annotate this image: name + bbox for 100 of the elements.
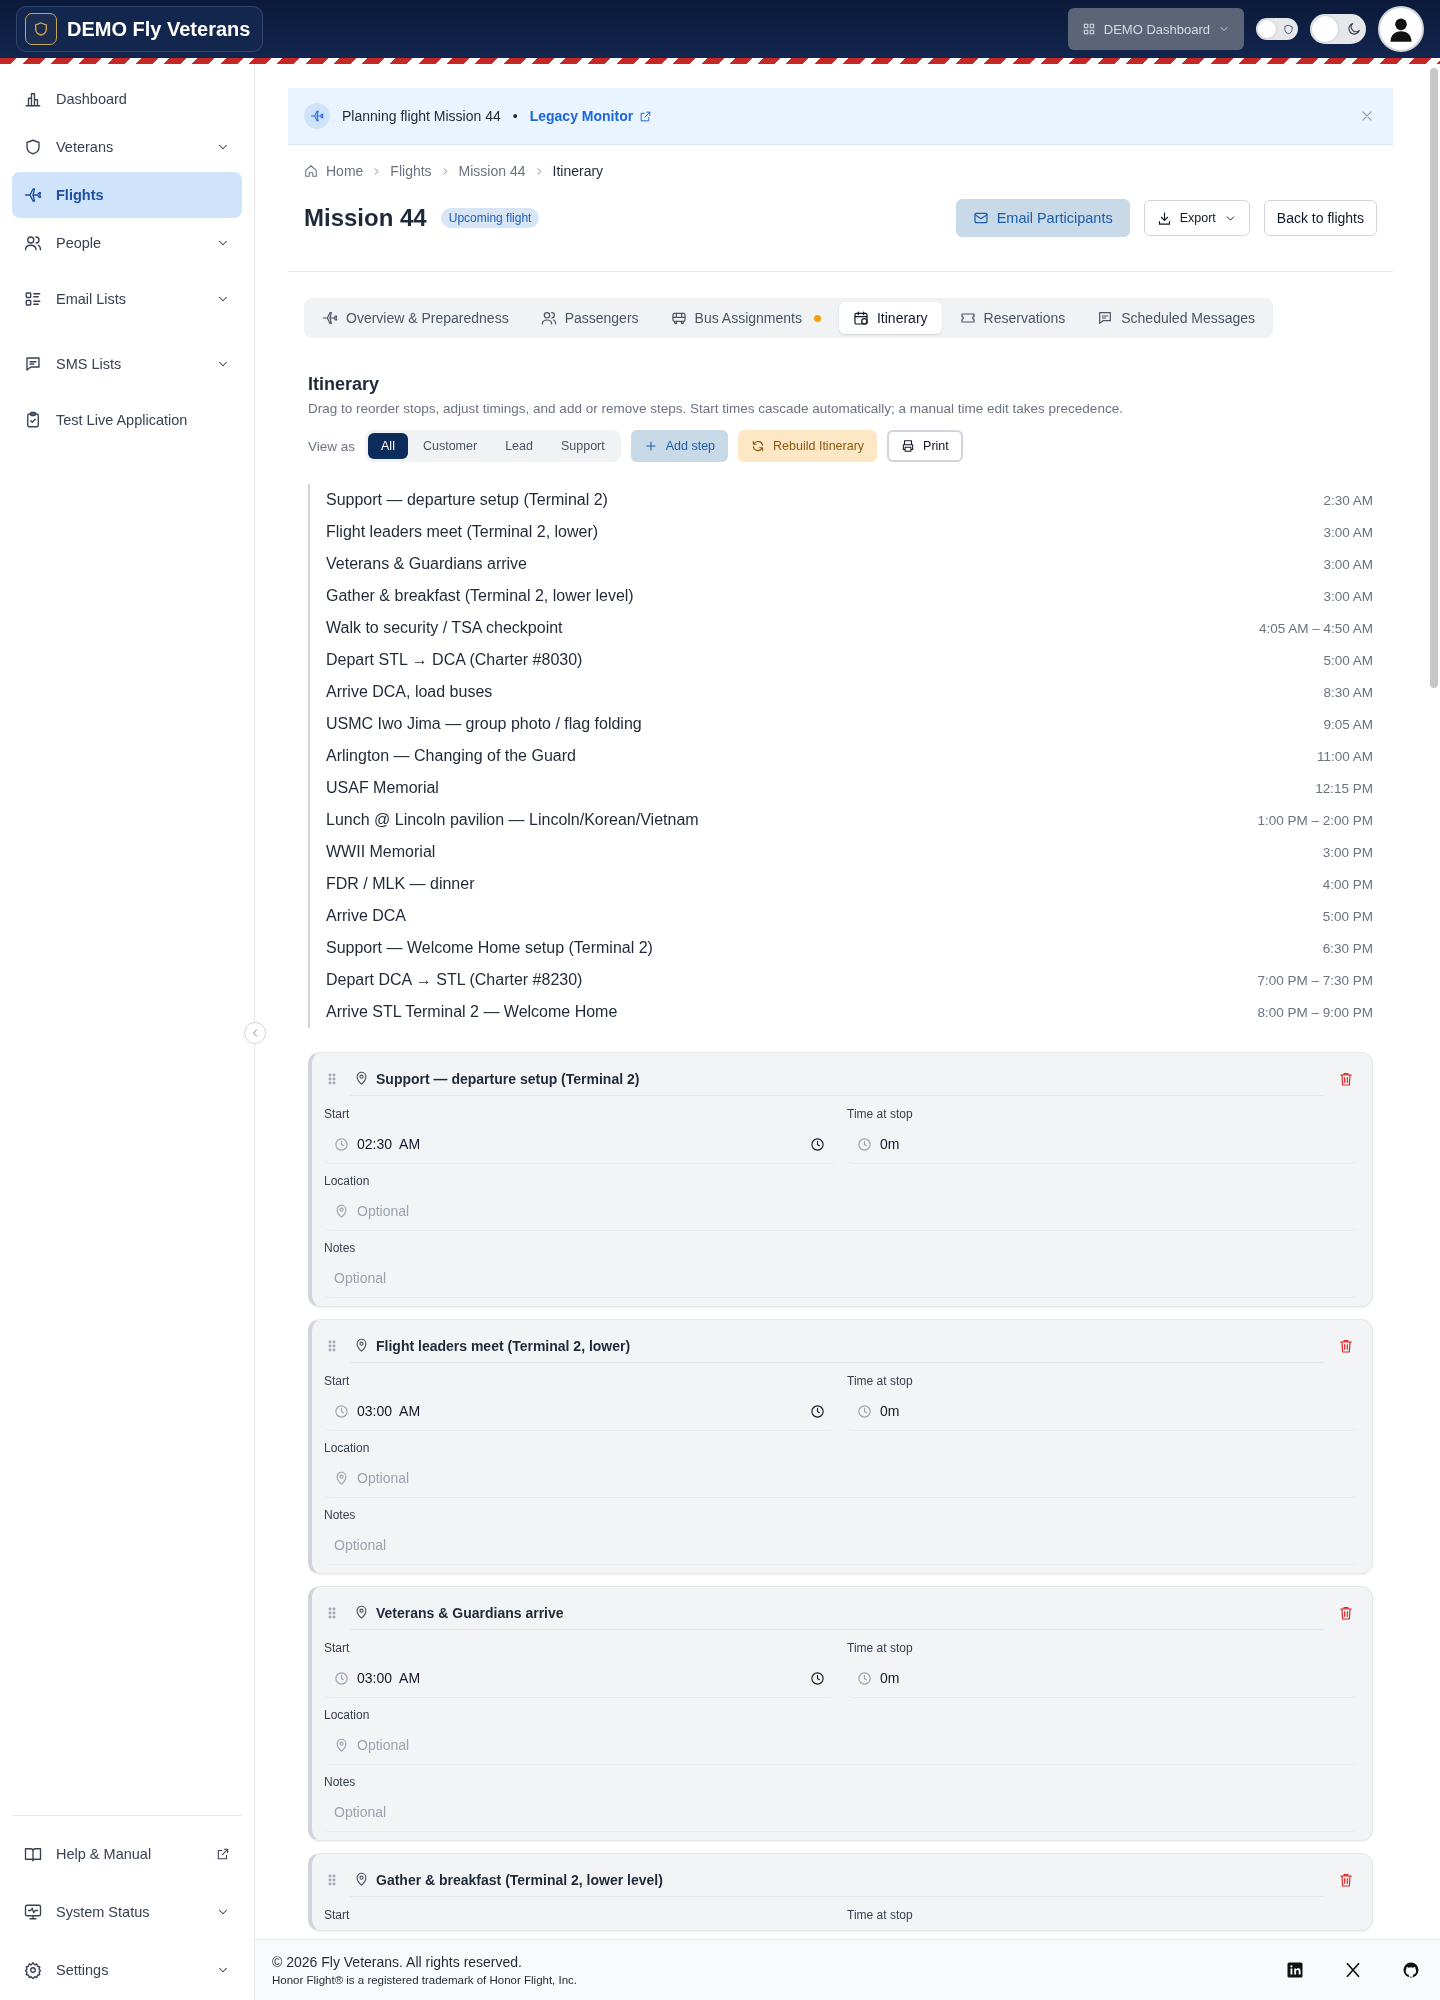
back-button[interactable]: Back to flights <box>1263 200 1377 236</box>
stop-name: USAF Memorial <box>326 779 440 797</box>
stop-time: 7:00 PM – 7:30 PM <box>1257 972 1373 988</box>
grid-icon <box>1081 22 1096 36</box>
printer-icon <box>901 439 916 453</box>
moon-icon <box>1346 21 1362 37</box>
stop-name: Gather & breakfast (Terminal 2, lower level) <box>326 587 635 605</box>
linkedin-icon[interactable] <box>1286 1961 1304 1979</box>
view-option[interactable]: Support <box>547 433 618 459</box>
sidebar-item[interactable]: Email Lists <box>12 276 242 322</box>
clock-icon <box>810 1670 825 1686</box>
stop-title-field[interactable]: Flight leaders meet (Terminal 2, lower) <box>350 1329 1324 1363</box>
download-icon <box>1156 210 1172 226</box>
tab[interactable]: Bus Assignments <box>656 302 835 334</box>
pin-icon <box>334 1470 349 1486</box>
scrollbar[interactable] <box>1430 68 1438 688</box>
stop-time: 12:15 PM <box>1315 780 1373 796</box>
sidebar-item[interactable]: SMS Lists <box>12 341 242 387</box>
stop-name: WWII Memorial <box>326 843 437 861</box>
stop-time: 4:00 PM <box>1322 876 1373 892</box>
clock-icon <box>334 1136 349 1152</box>
sidebar-item[interactable]: Help & Manual <box>12 1826 242 1882</box>
pin-icon <box>334 1737 349 1753</box>
sidebar-item[interactable]: System Status <box>12 1884 242 1940</box>
brand-name: DEMO Fly Veterans <box>67 17 251 41</box>
stop-time: 3:00 AM <box>1323 524 1373 540</box>
tab[interactable]: Scheduled Messages <box>1083 302 1270 334</box>
trash-icon <box>1338 1071 1354 1087</box>
stop-time: 8:30 AM <box>1323 684 1373 700</box>
stop-name: FDR / MLK — dinner <box>326 875 476 893</box>
page-title: Mission 44 <box>304 204 427 232</box>
plane-icon <box>24 186 42 204</box>
stop-time: 1:00 PM – 2:00 PM <box>1257 812 1373 828</box>
external-link-icon <box>216 1847 230 1861</box>
mail-icon <box>972 210 989 226</box>
stop-time: 2:30 AM <box>1323 492 1373 508</box>
email-participants-button[interactable]: Email Participants <box>955 199 1130 237</box>
view-option[interactable]: Customer <box>409 433 491 459</box>
field-label: Start <box>324 1107 351 1121</box>
shield-icon <box>24 138 42 156</box>
stop-name: Arlington — Changing of the Guard <box>326 747 577 765</box>
view-option[interactable]: Lead <box>492 433 546 459</box>
copyright-text: © 2026 Fly Veterans. All rights reserved. <box>272 1954 523 1970</box>
breadcrumb-item[interactable]: Flights <box>390 163 432 179</box>
brand-badge[interactable]: DEMO Fly Veterans <box>16 6 264 52</box>
tab[interactable]: Itinerary <box>838 302 942 334</box>
sidebar-item[interactable]: Veterans <box>12 124 242 170</box>
home-icon <box>304 164 318 178</box>
status-badge: Upcoming flight <box>440 208 540 228</box>
sidebar-item[interactable]: Settings <box>12 1942 242 1998</box>
stop-time: 6:30 PM <box>1322 940 1373 956</box>
clock-icon <box>810 1136 825 1152</box>
contrast-toggle[interactable] <box>1256 18 1298 40</box>
trademark-text: Honor Flight® is a registered trademark of Honor Flight, Inc. <box>272 1974 578 1986</box>
legacy-monitor-link[interactable]: Legacy Monitor <box>529 108 653 124</box>
sidebar-item[interactable]: Test Live Application <box>12 397 242 443</box>
plus-icon <box>643 439 658 453</box>
stop-name: Arrive DCA, load buses <box>326 683 494 701</box>
sidebar-item[interactable]: Flights <box>12 172 242 218</box>
stop-time: 5:00 AM <box>1323 652 1373 668</box>
list-icon <box>24 290 42 308</box>
tab[interactable]: Passengers <box>526 302 653 334</box>
export-button[interactable]: Export <box>1143 200 1250 236</box>
stop-name: Walk to security / TSA checkpoint <box>326 619 564 637</box>
x-logo-icon[interactable] <box>1344 1961 1362 1979</box>
refresh-icon <box>751 439 766 453</box>
breadcrumb-item[interactable]: Mission 44 <box>458 163 526 179</box>
breadcrumb-item[interactable]: Home <box>326 163 364 179</box>
pin-icon <box>354 1337 369 1353</box>
stop-time: 9:05 AM <box>1323 716 1373 732</box>
dark-mode-toggle[interactable] <box>1310 14 1366 44</box>
print-button[interactable]: Print <box>887 430 963 462</box>
field-label: Start <box>324 1641 351 1655</box>
people-icon <box>540 310 557 326</box>
view-option[interactable]: All <box>368 433 408 459</box>
user-avatar[interactable] <box>1378 6 1424 52</box>
tab[interactable]: Reservations <box>945 302 1080 334</box>
stop-title-field[interactable]: Gather & breakfast (Terminal 2, lower level) <box>350 1863 1324 1897</box>
rebuild-button[interactable]: Rebuild Itinerary <box>738 430 878 462</box>
stop-title-field[interactable]: Support — departure setup (Terminal 2) <box>350 1062 1324 1096</box>
breadcrumb-item: Itinerary <box>552 163 604 179</box>
field-label: Time at stop <box>847 1908 914 1922</box>
field-label: Start <box>324 1908 351 1922</box>
trash-icon <box>1338 1605 1354 1621</box>
tab[interactable]: Overview & Preparedness <box>308 302 523 334</box>
calendar-icon <box>852 310 869 326</box>
pin-icon <box>354 1070 369 1086</box>
stop-time: 3:00 AM <box>1323 588 1373 604</box>
sidebar-item[interactable]: People <box>12 220 242 266</box>
stop-title-field[interactable]: Veterans & Guardians arrive <box>350 1596 1324 1630</box>
github-icon[interactable] <box>1402 1961 1420 1979</box>
field-label: Time at stop <box>847 1107 914 1121</box>
field-label: Time at stop <box>847 1641 914 1655</box>
add-step-button[interactable]: Add step <box>630 430 729 462</box>
monitor-icon <box>24 1903 42 1921</box>
clock-icon <box>857 1403 872 1419</box>
stop-time: 11:00 AM <box>1316 748 1373 764</box>
plane-icon <box>304 103 330 129</box>
sidebar-item[interactable]: Dashboard <box>12 76 242 122</box>
stop-name: Flight leaders meet (Terminal 2, lower) <box>326 523 600 541</box>
